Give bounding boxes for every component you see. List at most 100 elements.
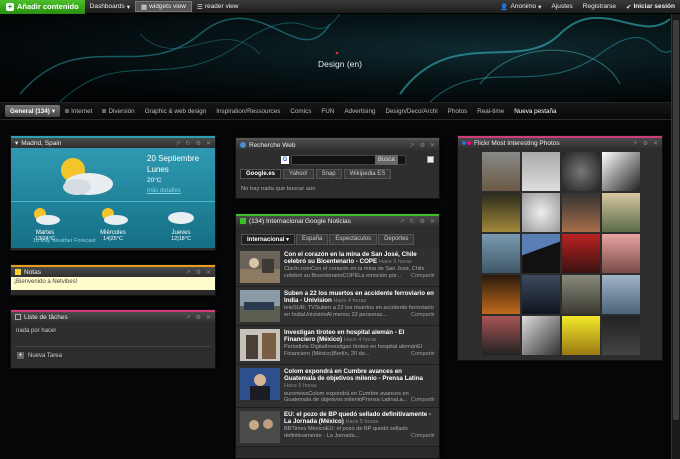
gear-icon[interactable]: ⚙ [196,314,201,321]
tab-internet[interactable]: Internet [60,105,97,117]
login-link[interactable]: ✔ Iniciar sesión [621,0,680,14]
widget-header[interactable]: Liste de tâches ↗ ⚙ ✕ [11,310,215,322]
page-scrollbar[interactable] [671,14,680,459]
share-link[interactable]: Compartir [411,433,435,440]
share-link[interactable]: Compartir [411,312,435,319]
photo-thumbnail[interactable] [522,316,560,355]
list-icon: ☰ [197,3,203,11]
photo-thumbnail[interactable] [522,234,560,273]
news-headline[interactable]: Colom expondrá en Cumbre avances en Guat… [284,368,423,382]
gear-icon[interactable]: ⚙ [643,140,648,147]
close-icon[interactable]: ✕ [206,269,211,276]
widget-header[interactable]: (134) Internacional Google Noticias ↗ ↻ ⚙ ✕ [236,214,439,226]
photo-thumbnail[interactable] [562,234,600,273]
tab-general[interactable]: General (134) ▾ [5,105,61,117]
tab-photos[interactable]: Photos [443,105,473,117]
photo-thumbnail[interactable] [602,234,640,273]
share-icon[interactable]: ↗ [176,140,181,147]
tab-diversion[interactable]: Diversión [97,105,139,117]
photo-thumbnail[interactable] [482,152,520,191]
photo-thumbnail[interactable] [562,275,600,314]
dashboards-menu[interactable]: Dashboards ▾ [85,0,135,14]
tab-advertising[interactable]: Advertising [339,105,380,117]
share-icon[interactable]: ↗ [410,142,415,149]
subtab-espana[interactable]: España [296,234,329,245]
user-menu[interactable]: 👤 Anonimo ▾ [495,0,546,14]
gear-icon[interactable]: ⚙ [420,218,425,225]
widgets-view-toggle[interactable]: ▦ widgets view [135,1,193,12]
engine-tab-google[interactable]: Google.es [240,169,282,179]
cloud-icon [168,212,194,224]
new-task-button[interactable]: + Nueva Tarea [17,352,62,359]
close-icon[interactable]: ✕ [430,218,435,225]
refresh-icon[interactable]: ↻ [410,218,415,225]
tab-fun[interactable]: FUN [316,105,339,117]
share-icon[interactable]: ↗ [400,218,405,225]
photo-thumbnail[interactable] [482,275,520,314]
photo-thumbnail[interactable] [562,316,600,355]
option-checkbox[interactable] [427,156,434,163]
chevron-down-icon: ▾ [51,107,56,115]
weather-details-link[interactable]: más detalles [147,188,181,194]
subtab-internacional[interactable]: Internacional ▾ [241,234,296,245]
list-item[interactable]: Con el corazón en la mina de San José, C… [236,248,439,287]
subtab-espectaculos[interactable]: Espectáculos [329,234,378,245]
photo-thumbnail[interactable] [522,152,560,191]
gear-icon[interactable]: ⚙ [196,140,201,147]
share-icon[interactable]: ↗ [186,314,191,321]
share-link[interactable]: Compartir [411,273,435,280]
engine-tab-yahoo[interactable]: Yahoo! [283,169,314,179]
photo-thumbnail[interactable] [482,234,520,273]
widget-header[interactable]: Notas ↗ ⚙ ✕ [11,265,215,277]
photo-thumbnail[interactable] [522,275,560,314]
tab-real-time[interactable]: Real-time [472,105,509,117]
search-button[interactable]: Busca [375,155,398,165]
list-item[interactable]: EU: el pozo de BP quedó sellado definiti… [236,407,439,447]
share-link[interactable]: Compartir [411,351,435,358]
note-text-area[interactable]: ¡Bienvenido a Netvibes! [11,277,215,290]
photo-thumbnail[interactable] [602,316,640,355]
photo-thumbnail[interactable] [482,316,520,355]
list-item[interactable]: Investigan tiroteo en hospital alemán - … [236,326,439,365]
list-item[interactable]: Colom expondrá en Cumbre avances en Guat… [236,365,439,408]
widget-header[interactable]: Recherche Web ↗ ⚙ ✕ [236,138,439,150]
share-link[interactable]: Compartir [411,397,435,404]
tab-graphic-web-design[interactable]: Graphic & web design [140,105,212,117]
reader-view-toggle[interactable]: ☰ reader view [192,0,243,14]
photo-thumbnail[interactable] [522,193,560,232]
tab-label: Internet [71,107,93,115]
refresh-icon[interactable]: ↻ [186,140,191,147]
widget-header[interactable]: ▾ Madrid, Spain ↗ ↻ ⚙ ✕ [11,136,215,148]
photo-thumbnail[interactable] [602,275,640,314]
engine-tab-snap[interactable]: Snap [315,169,342,179]
close-icon[interactable]: ✕ [430,142,435,149]
subtab-deportes[interactable]: Deportes [378,234,415,245]
add-content-button[interactable]: + Añadir contenido [0,0,85,14]
engine-tab-wikipedia[interactable]: Wikipedia ES [343,169,392,179]
share-icon[interactable]: ↗ [186,269,191,276]
gear-icon[interactable]: ⚙ [420,142,425,149]
new-tab-button[interactable]: Nueva pestaña [509,105,561,117]
close-icon[interactable]: ✕ [206,314,211,321]
tab-comics[interactable]: Comics [285,105,316,117]
list-item[interactable]: Suben a 22 los muertos en accidente ferr… [236,287,439,326]
close-icon[interactable]: ✕ [653,140,658,147]
forecast-link[interactable]: 10 Day Weather Forecast [33,238,96,244]
photo-thumbnail[interactable] [602,152,640,191]
photo-thumbnail[interactable] [602,193,640,232]
scrollbar-thumb[interactable] [673,20,679,420]
widget-header[interactable]: Flickr Most Interesting Photos ↗ ⚙ ✕ [458,136,662,148]
flickr-widget: Flickr Most Interesting Photos ↗ ⚙ ✕ [457,135,663,361]
chevron-down-icon[interactable]: ▾ [15,139,18,147]
tab-inspiration[interactable]: Inspiration/Ressources [211,105,285,117]
close-icon[interactable]: ✕ [206,140,211,147]
settings-link[interactable]: Ajustes [546,0,577,14]
register-link[interactable]: Registrarse [578,0,621,14]
photo-thumbnail[interactable] [562,152,600,191]
share-icon[interactable]: ↗ [633,140,638,147]
weather-title: Madrid, Spain [21,139,62,147]
tab-design-deco[interactable]: Design/Deco/Archi [380,105,442,117]
photo-thumbnail[interactable] [482,193,520,232]
photo-thumbnail[interactable] [562,193,600,232]
gear-icon[interactable]: ⚙ [196,269,201,276]
